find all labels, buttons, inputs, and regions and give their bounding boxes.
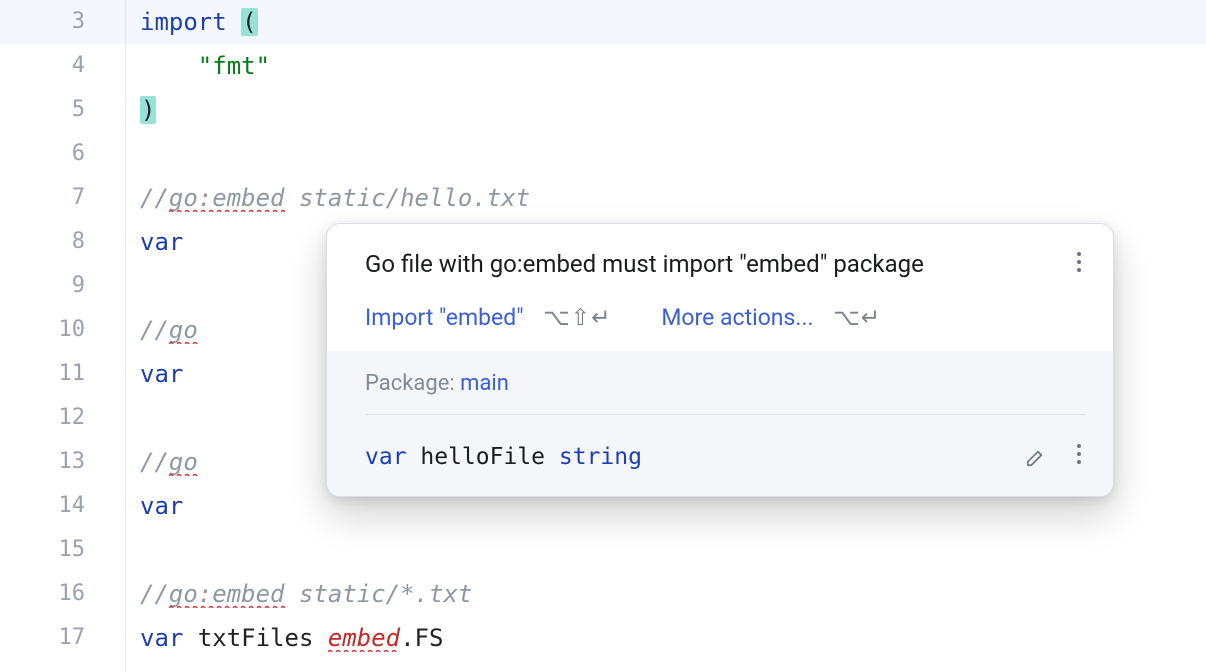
keyword-import: import [140, 8, 227, 36]
unresolved-reference: embed [328, 624, 400, 652]
declaration-text: var helloFile string [365, 444, 642, 470]
keyword-var: var [140, 624, 183, 652]
indent [140, 52, 198, 80]
line-number[interactable]: 13 [0, 440, 125, 484]
code-line[interactable] [126, 132, 1206, 176]
string-literal: "fmt" [198, 52, 270, 80]
code-line[interactable]: import ( [126, 0, 1206, 44]
line-number[interactable]: 15 [0, 528, 125, 572]
more-options-icon[interactable] [1073, 439, 1085, 474]
error-underline [328, 649, 400, 652]
line-number[interactable]: 17 [0, 616, 125, 660]
go-embed-directive: go:embed [169, 184, 285, 212]
comment-slashes: // [140, 580, 169, 608]
package-label: Package: [365, 371, 460, 396]
keyword-var: var [140, 228, 183, 256]
code-line[interactable]: "fmt" [126, 44, 1206, 88]
action-item: More actions... ⌥↵ [661, 304, 881, 331]
line-number[interactable]: 12 [0, 396, 125, 440]
more-actions-link[interactable]: More actions... [661, 304, 813, 331]
code-editor: 3 4 5 6 7 8 9 10 11 12 13 14 15 16 17 im… [0, 0, 1206, 672]
error-underline [169, 209, 285, 212]
popup-actions: Import "embed" ⌥⇧↵ More actions... ⌥↵ [365, 304, 1085, 331]
line-number[interactable]: 3 [0, 0, 125, 44]
comment-path: static/*.txt [285, 580, 473, 608]
import-embed-action[interactable]: Import "embed" [365, 304, 524, 331]
line-number[interactable]: 6 [0, 132, 125, 176]
error-underline [169, 473, 198, 476]
code-area[interactable]: import ( "fmt" ) //go:embed static/hello… [126, 0, 1206, 672]
line-number[interactable]: 16 [0, 572, 125, 616]
keyword-var: var [140, 360, 183, 388]
error-underline [169, 341, 198, 344]
comment-slashes: // [140, 184, 169, 212]
popup-title: Go file with go:embed must import "embed… [365, 250, 924, 278]
go-embed-directive: go:embed [169, 580, 285, 608]
shortcut-label: ⌥↵ [833, 304, 881, 331]
qualifier-tail: .FS [400, 624, 443, 652]
line-number[interactable]: 11 [0, 352, 125, 396]
action-item: Import "embed" ⌥⇧↵ [365, 304, 611, 331]
brace-open-highlight: ( [241, 8, 257, 36]
package-row: Package: main [365, 371, 1085, 415]
package-name[interactable]: main [460, 371, 509, 396]
popup-title-row: Go file with go:embed must import "embed… [365, 246, 1085, 282]
comment-path: static/hello.txt [285, 184, 531, 212]
code-line[interactable]: //go:embed static/hello.txt [126, 176, 1206, 220]
code-line[interactable] [126, 528, 1206, 572]
line-number[interactable]: 9 [0, 264, 125, 308]
keyword-var: var [140, 492, 183, 520]
edit-icon[interactable] [1025, 446, 1047, 468]
code-line[interactable]: //go:embed static/*.txt [126, 572, 1206, 616]
declaration-row: var helloFile string [365, 415, 1085, 474]
gutter: 3 4 5 6 7 8 9 10 11 12 13 14 15 16 17 [0, 0, 126, 672]
popup-bottom: Package: main var helloFile string [327, 351, 1113, 496]
keyword-var: var [365, 444, 407, 470]
identifier: helloFile [407, 444, 559, 470]
error-underline [169, 605, 285, 608]
shortcut-label: ⌥⇧↵ [543, 304, 611, 331]
code-line[interactable]: ) [126, 88, 1206, 132]
vertical-dots-icon [1077, 252, 1081, 272]
vertical-dots-icon [1077, 444, 1081, 464]
popup-top: Go file with go:embed must import "embed… [327, 224, 1113, 351]
line-number[interactable]: 10 [0, 308, 125, 352]
comment-slashes: // [140, 448, 169, 476]
brace-close-highlight: ) [140, 96, 156, 124]
inspection-popup: Go file with go:embed must import "embed… [326, 223, 1114, 497]
line-number[interactable]: 4 [0, 44, 125, 88]
identifier: txtFiles [183, 624, 328, 652]
line-number[interactable]: 5 [0, 88, 125, 132]
go-embed-directive: go [169, 316, 198, 344]
type-name: string [559, 444, 642, 470]
line-number[interactable]: 8 [0, 220, 125, 264]
more-options-icon[interactable] [1073, 246, 1085, 282]
code-line[interactable]: var txtFiles embed.FS [126, 616, 1206, 660]
declaration-icons [1025, 439, 1085, 474]
line-number[interactable]: 7 [0, 176, 125, 220]
go-embed-directive: go [169, 448, 198, 476]
comment-slashes: // [140, 316, 169, 344]
line-number[interactable]: 14 [0, 484, 125, 528]
